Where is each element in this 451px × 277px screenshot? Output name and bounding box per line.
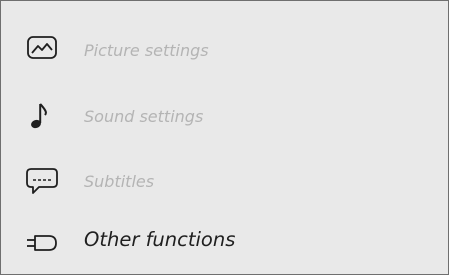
menu-item-sound-settings[interactable]: Sound settings <box>1 89 448 149</box>
menu-item-picture-settings[interactable]: Picture settings <box>1 23 448 83</box>
menu-item-other-functions[interactable]: Other functions <box>1 213 448 273</box>
menu-item-label: Subtitles <box>84 172 155 191</box>
settings-menu-panel: Picture settings Sound settings Subtitle… <box>0 0 449 275</box>
menu-item-label: Other functions <box>84 228 236 251</box>
menu-item-label: Sound settings <box>84 107 204 126</box>
plug-icon <box>23 226 63 260</box>
menu-item-label: Picture settings <box>84 41 209 60</box>
picture-icon <box>23 36 63 70</box>
subtitles-icon <box>23 167 63 201</box>
music-note-icon <box>23 102 63 136</box>
menu-item-subtitles[interactable]: Subtitles <box>1 154 448 214</box>
